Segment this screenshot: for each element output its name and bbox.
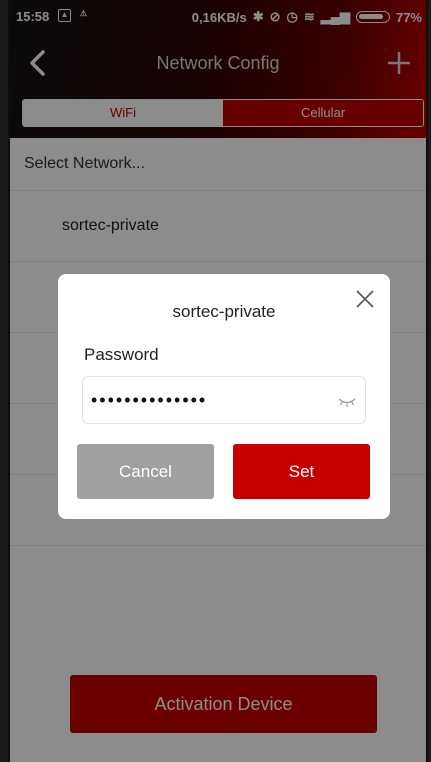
close-icon[interactable]: [354, 288, 376, 310]
phone-screen: 15:58 ▲ ⚠ 0,16KB/s ✱ ⊘ ◷ ≋ ▂▄▆ 77% Netwo…: [8, 0, 428, 762]
dialog-title: sortec-private: [172, 302, 276, 321]
cancel-button[interactable]: Cancel: [77, 444, 214, 499]
set-button[interactable]: Set: [233, 444, 370, 499]
password-dialog: sortec-private Password •••••••••••••• C…: [58, 274, 390, 519]
eye-closed-icon[interactable]: [337, 393, 357, 409]
password-field[interactable]: ••••••••••••••: [82, 376, 366, 424]
modal-overlay[interactable]: sortec-private Password •••••••••••••• C…: [10, 0, 426, 762]
password-label: Password: [84, 345, 159, 364]
password-value: ••••••••••••••: [91, 390, 208, 410]
